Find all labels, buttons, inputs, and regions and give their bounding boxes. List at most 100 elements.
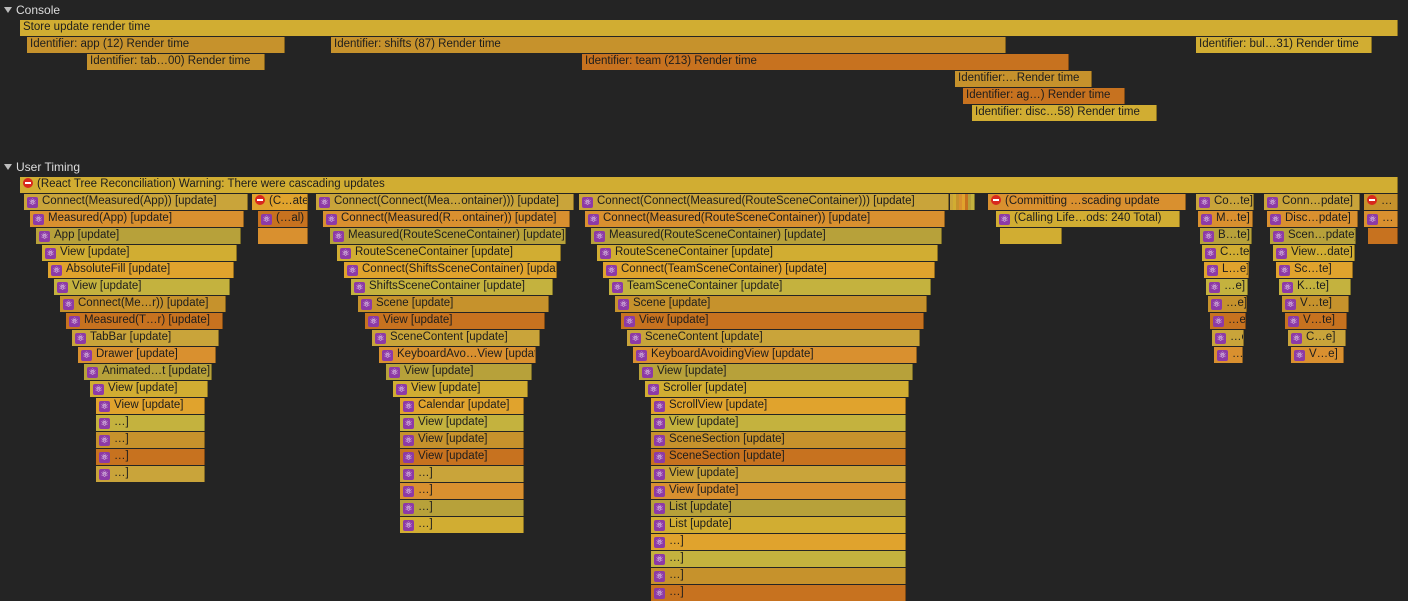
console-bar[interactable]: Identifier: app (12) Render time bbox=[27, 37, 285, 53]
console-bar[interactable]: Identifier: ag…) Render time bbox=[963, 88, 1125, 104]
shifts-component-bar[interactable]: ⚛ …] bbox=[400, 500, 524, 516]
right-component-bar[interactable]: ⚛ Co…te] bbox=[1196, 194, 1254, 210]
team-component-bar[interactable]: ⚛ View [update] bbox=[651, 483, 906, 499]
small-bar[interactable] bbox=[258, 228, 308, 244]
right-component-bar[interactable]: ⚛ Conn…pdate] bbox=[1264, 194, 1360, 210]
team-component-bar[interactable]: ⚛ List [update] bbox=[651, 500, 906, 516]
right-component-bar[interactable]: ⚛ C…te] bbox=[1202, 245, 1251, 261]
thin-bar[interactable] bbox=[971, 194, 975, 210]
app-component-bar[interactable]: ⚛ View [update] bbox=[42, 245, 238, 261]
right-component-bar[interactable]: ⚛ K…te] bbox=[1279, 279, 1351, 295]
shifts-component-bar[interactable]: ⚛ …] bbox=[400, 517, 524, 533]
console-bar[interactable]: Identifier: team (213) Render time bbox=[582, 54, 1069, 70]
team-component-bar[interactable]: ⚛ View [update] bbox=[639, 364, 913, 380]
cascading-warning-bar[interactable]: (React Tree Reconciliation) Warning: The… bbox=[20, 177, 1398, 193]
app-component-bar[interactable]: ⚛ App [update] bbox=[36, 228, 241, 244]
shifts-component-bar[interactable]: ⚛ View [update] bbox=[400, 415, 524, 431]
console-track-header[interactable]: Console bbox=[0, 2, 60, 19]
edge-bar[interactable]: ⚛… bbox=[1364, 211, 1398, 227]
right-component-bar[interactable]: ⚛ …e] bbox=[1208, 296, 1247, 312]
team-component-bar[interactable]: ⚛ Connect(TeamSceneContainer) [update] bbox=[603, 262, 935, 278]
app-component-bar[interactable]: ⚛ Connect(Measured(App)) [update] bbox=[24, 194, 248, 210]
app-component-bar[interactable]: ⚛ …] bbox=[96, 432, 205, 448]
right-component-bar[interactable]: ⚛ …e] bbox=[1214, 347, 1244, 363]
team-component-bar[interactable]: ⚛ TeamSceneContainer [update] bbox=[609, 279, 931, 295]
shifts-component-bar[interactable]: ⚛ Scene [update] bbox=[358, 296, 549, 312]
right-component-bar[interactable]: ⚛ B…te] bbox=[1200, 228, 1252, 244]
right-component-bar[interactable]: ⚛ V…te] bbox=[1285, 313, 1348, 329]
right-component-bar[interactable]: ⚛ Sc…te] bbox=[1276, 262, 1353, 278]
small-bar[interactable]: ⚛ (…al) bbox=[258, 211, 308, 227]
team-component-bar[interactable]: ⚛ SceneContent [update] bbox=[627, 330, 921, 346]
shifts-component-bar[interactable]: ⚛ Measured(RouteSceneContainer) [update] bbox=[330, 228, 566, 244]
team-component-bar[interactable]: ⚛ Scroller [update] bbox=[645, 381, 910, 397]
team-component-bar[interactable]: ⚛ SceneSection [update] bbox=[651, 432, 906, 448]
shifts-component-bar[interactable]: ⚛ …] bbox=[400, 483, 524, 499]
team-component-bar[interactable]: ⚛ Connect(Connect(Measured(RouteSceneCont… bbox=[579, 194, 949, 210]
collapse-triangle-icon[interactable] bbox=[4, 7, 12, 13]
app-component-bar[interactable]: ⚛ Measured(App) [update] bbox=[30, 211, 245, 227]
team-component-bar[interactable]: ⚛ RouteSceneContainer [update] bbox=[597, 245, 939, 261]
console-bar[interactable]: Identifier: tab…00) Render time bbox=[87, 54, 265, 70]
right-component-bar[interactable]: ⚛ V…e] bbox=[1291, 347, 1344, 363]
shifts-component-bar[interactable]: ⚛ RouteSceneContainer [update] bbox=[337, 245, 562, 261]
app-component-bar[interactable]: ⚛ Animated…t [update] bbox=[84, 364, 212, 380]
app-component-bar[interactable]: ⚛ …] bbox=[96, 466, 205, 482]
app-component-bar[interactable]: ⚛ Drawer [update] bbox=[78, 347, 216, 363]
team-component-bar[interactable]: ⚛ Measured(RouteSceneContainer) [update] bbox=[591, 228, 942, 244]
team-component-bar[interactable]: ⚛ View [update] bbox=[651, 415, 906, 431]
team-component-bar[interactable]: ⚛ Connect(Measured(RouteSceneContainer)) … bbox=[585, 211, 946, 227]
team-component-bar[interactable]: ⚛ List [update] bbox=[651, 517, 906, 533]
right-component-bar[interactable]: ⚛ Disc…pdate] bbox=[1267, 211, 1359, 227]
shifts-component-bar[interactable]: ⚛ KeyboardAvo…View [update] bbox=[379, 347, 537, 363]
app-component-bar[interactable]: ⚛ Measured(T…r) [update] bbox=[66, 313, 223, 329]
app-component-bar[interactable]: ⚛ …] bbox=[96, 415, 205, 431]
right-component-bar[interactable]: ⚛ V…te] bbox=[1282, 296, 1350, 312]
shifts-component-bar[interactable]: ⚛ View [update] bbox=[386, 364, 532, 380]
app-component-bar[interactable]: ⚛ Connect(Me…r)) [update] bbox=[60, 296, 227, 312]
right-component-bar[interactable]: ⚛ …e] bbox=[1206, 279, 1248, 295]
right-component-bar[interactable]: ⚛ …e] bbox=[1210, 313, 1246, 329]
app-component-bar[interactable]: ⚛ View [update] bbox=[96, 398, 205, 414]
shifts-component-bar[interactable]: ⚛ Connect(Measured(R…ontainer)) [update] bbox=[323, 211, 570, 227]
team-component-bar[interactable]: ⚛ …] bbox=[651, 551, 906, 567]
team-component-bar[interactable]: ⚛ …] bbox=[651, 534, 906, 550]
app-component-bar[interactable]: ⚛ View [update] bbox=[90, 381, 209, 397]
calling-child-bar[interactable] bbox=[1000, 228, 1062, 244]
shifts-component-bar[interactable]: ⚛ ShiftsSceneContainer [update] bbox=[351, 279, 553, 295]
team-component-bar[interactable]: ⚛ View [update] bbox=[651, 466, 906, 482]
shifts-component-bar[interactable]: ⚛ SceneContent [update] bbox=[372, 330, 541, 346]
shifts-component-bar[interactable]: ⚛ Connect(Connect(Mea…ontainer))) [update… bbox=[316, 194, 574, 210]
team-component-bar[interactable]: ⚛ ScrollView [update] bbox=[651, 398, 906, 414]
committing-bar[interactable]: (Committing …scading update bbox=[988, 194, 1186, 210]
right-component-bar[interactable]: ⚛ View…date] bbox=[1273, 245, 1355, 261]
user-timing-track-header[interactable]: User Timing bbox=[0, 159, 80, 176]
right-component-bar[interactable]: ⚛ L…e] bbox=[1204, 262, 1250, 278]
team-component-bar[interactable]: ⚛ KeyboardAvoidingView [update] bbox=[633, 347, 917, 363]
team-component-bar[interactable]: ⚛ …] bbox=[651, 568, 906, 584]
right-component-bar[interactable]: ⚛ M…te] bbox=[1198, 211, 1253, 227]
shifts-component-bar[interactable]: ⚛ View [update] bbox=[393, 381, 528, 397]
console-bar[interactable]: Identifier:…Render time bbox=[955, 71, 1092, 87]
edge-bar[interactable]: … bbox=[1364, 194, 1398, 210]
app-component-bar[interactable]: ⚛ …] bbox=[96, 449, 205, 465]
console-bar[interactable]: Store update render time bbox=[20, 20, 1398, 36]
calling-lifecycle-bar[interactable]: ⚛ (Calling Life…ods: 240 Total) bbox=[996, 211, 1180, 227]
app-component-bar[interactable]: ⚛ TabBar [update] bbox=[72, 330, 220, 346]
small-bar[interactable]: (C…ate bbox=[252, 194, 308, 210]
right-component-bar[interactable]: ⚛ C…e] bbox=[1288, 330, 1346, 346]
console-bar[interactable]: Identifier: shifts (87) Render time bbox=[331, 37, 1006, 53]
right-component-bar[interactable]: ⚛ …e] bbox=[1212, 330, 1245, 346]
shifts-component-bar[interactable]: ⚛ Connect(ShiftsSceneContainer) [update] bbox=[344, 262, 558, 278]
app-component-bar[interactable]: ⚛ AbsoluteFill [update] bbox=[48, 262, 234, 278]
team-component-bar[interactable]: ⚛ …] bbox=[651, 585, 906, 601]
app-component-bar[interactable]: ⚛ View [update] bbox=[54, 279, 230, 295]
shifts-component-bar[interactable]: ⚛ …] bbox=[400, 466, 524, 482]
console-bar[interactable]: Identifier: disc…58) Render time bbox=[972, 105, 1157, 121]
shifts-component-bar[interactable]: ⚛ View [update] bbox=[400, 449, 524, 465]
edge-bar[interactable] bbox=[1368, 228, 1398, 244]
collapse-triangle-icon[interactable] bbox=[4, 164, 12, 170]
team-component-bar[interactable]: ⚛ View [update] bbox=[621, 313, 924, 329]
team-component-bar[interactable]: ⚛ Scene [update] bbox=[615, 296, 928, 312]
shifts-component-bar[interactable]: ⚛ View [update] bbox=[365, 313, 545, 329]
